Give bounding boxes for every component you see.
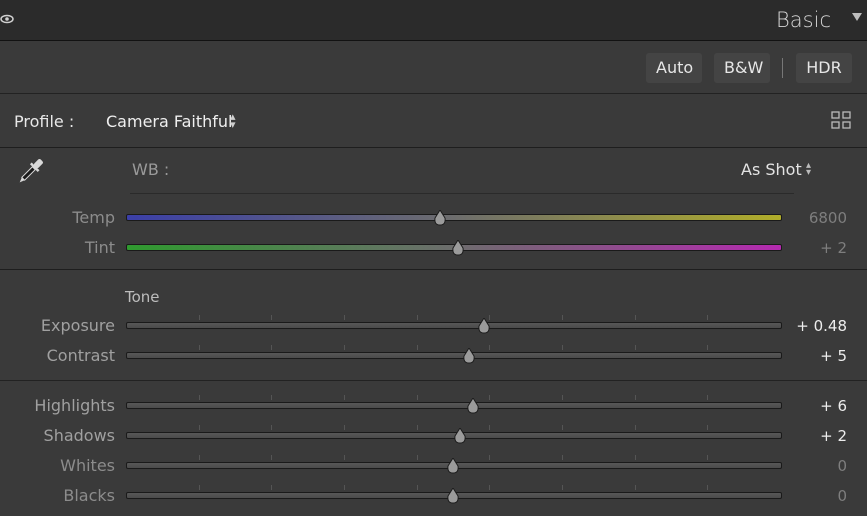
contrast-ticks xyxy=(126,345,780,357)
exposure-label: Exposure xyxy=(40,316,115,335)
hdr-button[interactable]: HDR xyxy=(796,53,852,83)
exposure-ticks xyxy=(126,315,780,327)
slider-tick xyxy=(198,455,200,460)
slider-tick xyxy=(634,315,636,320)
exposure-value[interactable]: + 0.48 xyxy=(767,317,847,335)
slider-tick xyxy=(344,315,345,320)
bw-button[interactable]: B&W xyxy=(714,53,770,83)
slider-tick xyxy=(562,485,563,490)
slider-tick xyxy=(562,315,563,320)
shadows-label: Shadows xyxy=(43,426,115,445)
shadows-slider-thumb[interactable] xyxy=(453,427,467,444)
slider-tick xyxy=(198,425,200,430)
highlights-label: Highlights xyxy=(34,396,115,415)
slider-tick xyxy=(416,425,418,430)
slider-tick xyxy=(489,395,491,400)
slider-tick xyxy=(634,395,636,400)
slider-tick xyxy=(271,485,273,490)
grid-icon[interactable] xyxy=(831,111,851,129)
slider-tick xyxy=(707,315,709,320)
slider-tick xyxy=(271,345,273,350)
slider-tick xyxy=(562,395,563,400)
slider-tick xyxy=(271,455,273,460)
profile-dropdown[interactable]: Camera Faithful xyxy=(106,112,233,131)
slider-tick xyxy=(562,345,563,350)
temp-value[interactable]: 6800 xyxy=(767,209,847,227)
slider-tick xyxy=(489,485,491,490)
slider-tick xyxy=(634,455,636,460)
highlights-ticks xyxy=(126,395,780,407)
tint-label: Tint xyxy=(84,238,115,257)
slider-tick xyxy=(416,485,418,490)
wb-dropdown[interactable]: As Shot xyxy=(741,160,802,179)
temp-slider-track[interactable] xyxy=(126,214,782,221)
slider-tick xyxy=(198,345,200,350)
slider-tick xyxy=(707,395,709,400)
slider-tick xyxy=(271,425,273,430)
contrast-label: Contrast xyxy=(46,346,115,365)
slider-tick xyxy=(271,315,273,320)
slider-tick xyxy=(344,455,345,460)
shadows-value[interactable]: + 2 xyxy=(767,427,847,445)
up-down-arrows-icon[interactable]: ▴ ▾ xyxy=(806,161,811,178)
slider-tick xyxy=(416,345,418,350)
highlights-slider-thumb[interactable] xyxy=(466,397,480,414)
highlights-value[interactable]: + 6 xyxy=(767,397,847,415)
auto-button[interactable]: Auto xyxy=(646,53,702,83)
blacks-slider-thumb[interactable] xyxy=(446,487,460,504)
slider-tick xyxy=(416,315,418,320)
wb-label: WB : xyxy=(132,160,170,179)
whites-label: Whites xyxy=(60,456,115,475)
slider-tick xyxy=(634,425,636,430)
button-separator xyxy=(782,58,783,78)
tint-value[interactable]: + 2 xyxy=(767,239,847,257)
panel-title: Basic xyxy=(776,8,831,32)
slider-tick xyxy=(634,485,636,490)
slider-tick xyxy=(489,425,491,430)
slider-tick xyxy=(634,345,636,350)
slider-tick xyxy=(344,395,345,400)
tone-title: Tone xyxy=(125,288,160,306)
contrast-slider-thumb[interactable] xyxy=(462,347,476,364)
slider-tick xyxy=(707,425,709,430)
slider-tick xyxy=(707,345,709,350)
contrast-value[interactable]: + 5 xyxy=(767,347,847,365)
temp-slider-thumb[interactable] xyxy=(433,209,447,226)
slider-tick xyxy=(416,395,418,400)
whites-value[interactable]: 0 xyxy=(767,457,847,475)
blacks-value[interactable]: 0 xyxy=(767,487,847,505)
slider-tick xyxy=(198,485,200,490)
white-balance-section xyxy=(0,148,867,270)
eye-icon[interactable] xyxy=(0,12,14,26)
slider-tick xyxy=(489,345,491,350)
eyedropper-icon[interactable] xyxy=(14,154,48,188)
triangle-down-icon[interactable] xyxy=(851,11,863,23)
temp-label: Temp xyxy=(72,208,115,227)
slider-tick xyxy=(416,455,418,460)
panel-header[interactable] xyxy=(0,0,867,41)
slider-tick xyxy=(271,395,273,400)
slider-tick xyxy=(344,425,345,430)
up-down-arrows-icon[interactable]: ▴ ▾ xyxy=(230,111,236,130)
slider-tick xyxy=(707,485,709,490)
tint-slider-thumb[interactable] xyxy=(451,239,465,256)
slider-tick xyxy=(198,395,200,400)
slider-tick xyxy=(489,455,491,460)
slider-tick xyxy=(707,455,709,460)
blacks-label: Blacks xyxy=(63,486,115,505)
slider-tick xyxy=(344,485,345,490)
wb-divider xyxy=(130,193,794,194)
slider-tick xyxy=(562,425,563,430)
slider-tick xyxy=(562,455,563,460)
exposure-slider-thumb[interactable] xyxy=(477,317,491,334)
whites-slider-thumb[interactable] xyxy=(446,457,460,474)
slider-tick xyxy=(198,315,200,320)
slider-tick xyxy=(344,345,345,350)
profile-label: Profile : xyxy=(14,112,75,131)
